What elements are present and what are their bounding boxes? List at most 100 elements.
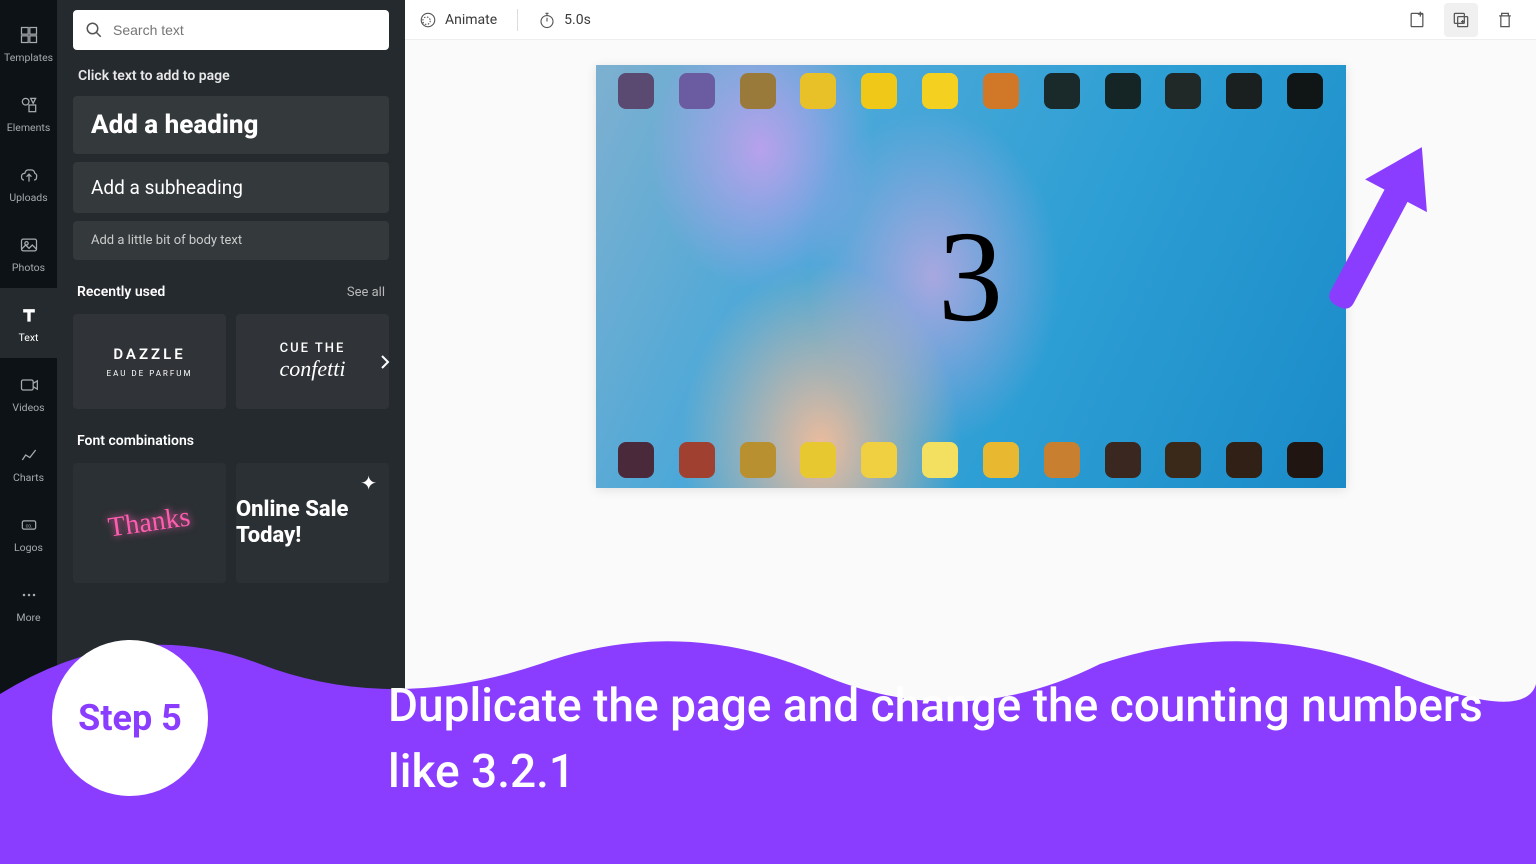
sprocket-hole — [679, 73, 715, 109]
font-combinations-title: Font combinations — [77, 433, 194, 449]
combo-template-sale[interactable]: ✦ Online Sale Today! — [236, 463, 389, 583]
topbar: Animate 5.0s Duplicate page — [405, 0, 1536, 40]
recent-template-dazzle[interactable]: DAZZLE EAU DE PARFUM — [73, 314, 226, 409]
recently-used-title: Recently used — [77, 284, 165, 300]
rail-label: Uploads — [9, 191, 47, 204]
svg-text:co.: co. — [25, 523, 32, 529]
template-text: Online Sale Today! — [236, 497, 389, 550]
divider — [517, 9, 518, 31]
page-index-label: 1 — [460, 847, 466, 860]
sprocket-hole — [1044, 73, 1080, 109]
click-text-heading: Click text to add to page — [78, 68, 389, 84]
sprocket-hole — [618, 73, 654, 109]
scroll-right-arrow[interactable]: ▸ — [1523, 773, 1528, 784]
sprocket-hole — [740, 73, 776, 109]
add-page-thumb[interactable]: + — [517, 793, 599, 843]
rail-videos[interactable]: Videos — [0, 358, 57, 428]
elements-icon — [17, 93, 41, 117]
sprocket-hole — [1165, 442, 1201, 478]
sprocket-hole — [740, 442, 776, 478]
rail-photos[interactable]: Photos — [0, 218, 57, 288]
text-panel: Click text to add to page Add a heading … — [57, 0, 405, 864]
rail-charts[interactable]: Charts — [0, 428, 57, 498]
search-input[interactable] — [113, 22, 377, 38]
film-sprockets-bottom — [596, 442, 1346, 478]
thumb-number: 3 — [460, 810, 467, 826]
more-icon — [17, 583, 41, 607]
delete-page-button[interactable] — [1488, 3, 1522, 37]
template-title: CUE THE — [280, 341, 346, 356]
stopwatch-icon — [538, 11, 556, 29]
sprocket-hole — [1287, 442, 1323, 478]
rail-logos[interactable]: co. Logos — [0, 498, 57, 568]
rail-elements[interactable]: Elements — [0, 78, 57, 148]
sprocket-hole — [800, 73, 836, 109]
photos-icon — [17, 233, 41, 257]
sprocket-hole — [679, 442, 715, 478]
rail-label: Text — [19, 331, 39, 344]
rail-uploads[interactable]: Uploads — [0, 148, 57, 218]
horizontal-scrollbar[interactable]: ◂ ▸ — [405, 772, 1536, 784]
duration-label: 5.0s — [564, 12, 591, 28]
add-subheading-button[interactable]: Add a subheading — [73, 162, 389, 213]
rail-templates[interactable]: Templates — [0, 8, 57, 78]
template-title: DAZZLE — [113, 345, 185, 363]
videos-icon — [17, 373, 41, 397]
duration-button[interactable]: 5.0s — [538, 11, 591, 29]
add-page-button[interactable] — [1400, 3, 1434, 37]
rail-label: Photos — [12, 261, 45, 274]
canvas-toggle[interactable] — [941, 764, 1001, 772]
sprocket-hole — [861, 442, 897, 478]
uploads-icon — [17, 163, 41, 187]
film-sprockets-top — [596, 73, 1346, 109]
trash-icon — [1495, 10, 1515, 30]
sprocket-hole — [922, 73, 958, 109]
sprocket-hole — [800, 442, 836, 478]
rail-label: Videos — [12, 401, 44, 414]
sprocket-hole — [922, 442, 958, 478]
add-body-button[interactable]: Add a little bit of body text — [73, 221, 389, 260]
template-script: confetti — [280, 356, 346, 382]
canvas-number-text[interactable]: 3 — [938, 202, 1003, 352]
rail-label: Templates — [4, 51, 53, 64]
rail-label: Elements — [7, 121, 51, 134]
side-rail: Templates Elements Uploads Photos Text V… — [0, 0, 57, 864]
duplicate-icon — [1451, 10, 1471, 30]
sprocket-hole — [1226, 73, 1262, 109]
rail-more[interactable]: More — [0, 568, 57, 638]
rail-label: Charts — [13, 471, 44, 484]
search-box[interactable] — [73, 10, 389, 50]
chevron-down-icon — [966, 767, 976, 772]
canvas-page[interactable]: 3 — [596, 65, 1346, 488]
text-icon — [17, 303, 41, 327]
sprocket-hole — [861, 73, 897, 109]
see-all-link[interactable]: See all — [347, 285, 385, 300]
chevron-right-icon[interactable] — [373, 350, 397, 374]
animate-button[interactable]: Animate — [419, 11, 497, 29]
rail-text[interactable]: Text — [0, 288, 57, 358]
add-heading-button[interactable]: Add a heading — [73, 96, 389, 154]
sprocket-hole — [1044, 442, 1080, 478]
animate-icon — [419, 11, 437, 29]
recent-template-cue[interactable]: CUE THE confetti — [236, 314, 389, 409]
search-icon — [85, 21, 103, 39]
rail-label: More — [16, 611, 40, 624]
duplicate-page-button[interactable]: Duplicate page — [1444, 3, 1478, 37]
pages-strip: 3 1 + 41 — [405, 784, 1536, 864]
add-page-icon — [1407, 10, 1427, 30]
charts-icon — [17, 443, 41, 467]
page-thumbnail-1[interactable]: 3 — [419, 793, 507, 843]
template-text: Thanks — [106, 501, 192, 544]
canvas-area[interactable]: 3 — [405, 40, 1536, 772]
sprocket-hole — [1226, 442, 1262, 478]
sprocket-hole — [983, 73, 1019, 109]
logos-icon: co. — [17, 513, 41, 537]
template-subtitle: EAU DE PARFUM — [107, 369, 193, 378]
sprocket-hole — [1105, 442, 1141, 478]
sprocket-hole — [1165, 73, 1201, 109]
scroll-left-arrow[interactable]: ◂ — [413, 773, 418, 784]
sprocket-hole — [983, 442, 1019, 478]
animate-label: Animate — [445, 12, 497, 28]
combo-template-thanks[interactable]: Thanks — [73, 463, 226, 583]
rail-label: Logos — [14, 541, 43, 554]
